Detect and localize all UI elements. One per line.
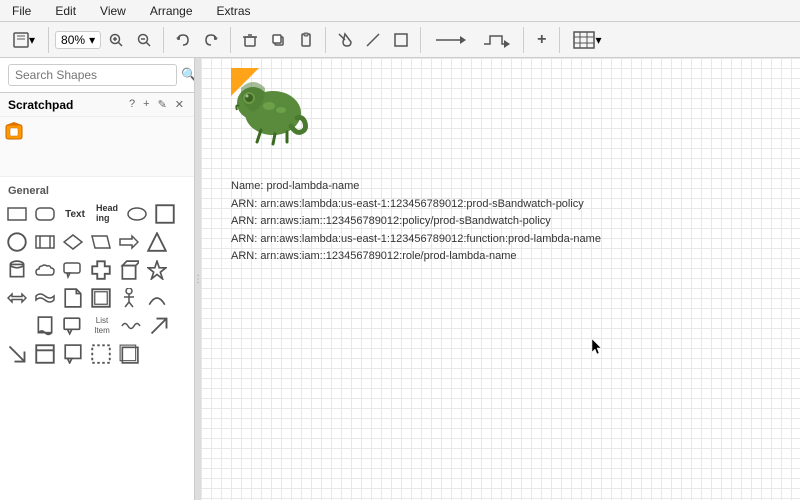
shape-rect2[interactable]: [88, 285, 114, 311]
history-group: [170, 27, 231, 53]
undo-button[interactable]: [170, 27, 196, 53]
chameleon-icon: [231, 68, 311, 148]
shape-arrow-up-right[interactable]: [146, 313, 172, 339]
shape-triangle[interactable]: [144, 229, 170, 255]
menu-bar: File Edit View Arrange Extras: [0, 0, 800, 22]
shape-rect3[interactable]: [88, 341, 114, 367]
zoom-dropdown-icon: ▾: [89, 33, 95, 47]
shape-star[interactable]: [144, 257, 170, 283]
shape-circle[interactable]: [4, 229, 30, 255]
shape-doc[interactable]: [32, 313, 58, 339]
zoom-value: 80%: [61, 33, 85, 47]
shapes-panel: General Text Heading: [0, 177, 194, 500]
style-group: [332, 27, 421, 53]
arrow-button[interactable]: [427, 27, 473, 53]
scratchpad-header: Scratchpad ? + ✎ ✕: [0, 93, 194, 117]
shape-callout[interactable]: [60, 257, 86, 283]
scratchpad-icons: ? + ✎ ✕: [127, 97, 186, 112]
shape-rectangle[interactable]: [4, 201, 30, 227]
menu-view[interactable]: View: [96, 2, 130, 20]
search-icon[interactable]: 🔍: [181, 67, 195, 83]
shape-cloud[interactable]: [32, 257, 58, 283]
shape-right-arrow[interactable]: [116, 229, 142, 255]
scratchpad-help-icon[interactable]: ?: [127, 97, 137, 112]
scratchpad-content: [0, 117, 194, 177]
shape-heading[interactable]: Heading: [92, 201, 122, 227]
shape-note[interactable]: [60, 285, 86, 311]
canvas-info-overlay: Name: prod-lambda-name ARN: arn:aws:lamb…: [231, 178, 601, 266]
shape-cube[interactable]: [116, 257, 142, 283]
menu-file[interactable]: File: [8, 2, 35, 20]
shape-arc[interactable]: [144, 285, 170, 311]
paste-button[interactable]: [293, 27, 319, 53]
line-style-button[interactable]: [360, 27, 386, 53]
menu-extras[interactable]: Extras: [213, 2, 255, 20]
connector-group: [427, 27, 524, 53]
info-line-arn2: ARN: arn:aws:iam::123456789012:policy/pr…: [231, 213, 601, 231]
search-box: 🔍: [0, 58, 194, 93]
shape-rect-callout[interactable]: [60, 341, 86, 367]
main-area: 🔍 Scratchpad ? + ✎ ✕ General: [0, 58, 800, 500]
shape-squiggle[interactable]: [118, 313, 144, 339]
shape-person[interactable]: [116, 285, 142, 311]
scratchpad-edit-icon[interactable]: ✎: [156, 97, 169, 112]
shape-rect-split[interactable]: [32, 341, 58, 367]
shape-ellipse[interactable]: [124, 201, 150, 227]
waypoint-button[interactable]: [475, 27, 517, 53]
scratchpad-shape-preview: [4, 121, 32, 143]
zoom-group: 80% ▾: [55, 27, 164, 53]
redo-button[interactable]: [198, 27, 224, 53]
table-button[interactable]: ▾: [566, 27, 608, 53]
zoom-in-button[interactable]: [103, 27, 129, 53]
shape-cross[interactable]: [88, 257, 114, 283]
toolbar: ▾ 80% ▾: [0, 22, 800, 58]
shape-square[interactable]: [152, 201, 178, 227]
scratchpad-add-icon[interactable]: +: [141, 97, 151, 112]
shape-double-arrow[interactable]: [4, 285, 30, 311]
shape-text[interactable]: Text: [60, 201, 90, 227]
search-input[interactable]: [8, 64, 177, 86]
delete-button[interactable]: [237, 27, 263, 53]
canvas[interactable]: Name: prod-lambda-name ARN: arn:aws:lamb…: [201, 58, 800, 500]
shape-parallelogram[interactable]: [88, 229, 114, 255]
info-line-arn3: ARN: arn:aws:lambda:us-east-1:1234567890…: [231, 231, 601, 249]
menu-arrange[interactable]: Arrange: [146, 2, 197, 20]
page-controls-group: ▾: [6, 27, 49, 53]
shape-rect4[interactable]: [116, 341, 142, 367]
page-selector[interactable]: ▾: [6, 27, 42, 53]
shapes-grid-general: Text Heading: [4, 199, 190, 369]
scratchpad-close-icon[interactable]: ✕: [173, 97, 186, 112]
general-section-title: General: [4, 181, 190, 199]
cursor-pointer: [591, 338, 603, 359]
info-line-arn4: ARN: arn:aws:iam::123456789012:role/prod…: [231, 248, 601, 266]
info-line-arn1: ARN: arn:aws:lambda:us-east-1:1234567890…: [231, 196, 601, 214]
shape-empty5: [4, 313, 30, 339]
zoom-control[interactable]: 80% ▾: [55, 31, 101, 49]
sidebar: 🔍 Scratchpad ? + ✎ ✕ General: [0, 58, 195, 500]
add-button[interactable]: +: [530, 27, 553, 53]
fill-color-button[interactable]: [332, 27, 358, 53]
shape-rounded-rectangle[interactable]: [32, 201, 58, 227]
menu-edit[interactable]: Edit: [51, 2, 80, 20]
shape-wave[interactable]: [32, 285, 58, 311]
copy-button[interactable]: [265, 27, 291, 53]
shape-diamond[interactable]: [60, 229, 86, 255]
shape-callout2[interactable]: [60, 313, 86, 339]
border-button[interactable]: [388, 27, 414, 53]
shape-process[interactable]: [32, 229, 58, 255]
table-group: ▾: [566, 27, 614, 53]
edit-group: [237, 27, 326, 53]
info-line-name: Name: prod-lambda-name: [231, 178, 601, 196]
scratchpad-title: Scratchpad: [8, 98, 123, 112]
shape-arrow-down-right[interactable]: [4, 341, 30, 367]
shape-list-item[interactable]: ListItem: [88, 313, 116, 339]
shape-cylinder[interactable]: [4, 257, 30, 283]
zoom-out-button[interactable]: [131, 27, 157, 53]
add-group: +: [530, 27, 560, 53]
canvas-shape-chameleon[interactable]: [231, 68, 311, 151]
